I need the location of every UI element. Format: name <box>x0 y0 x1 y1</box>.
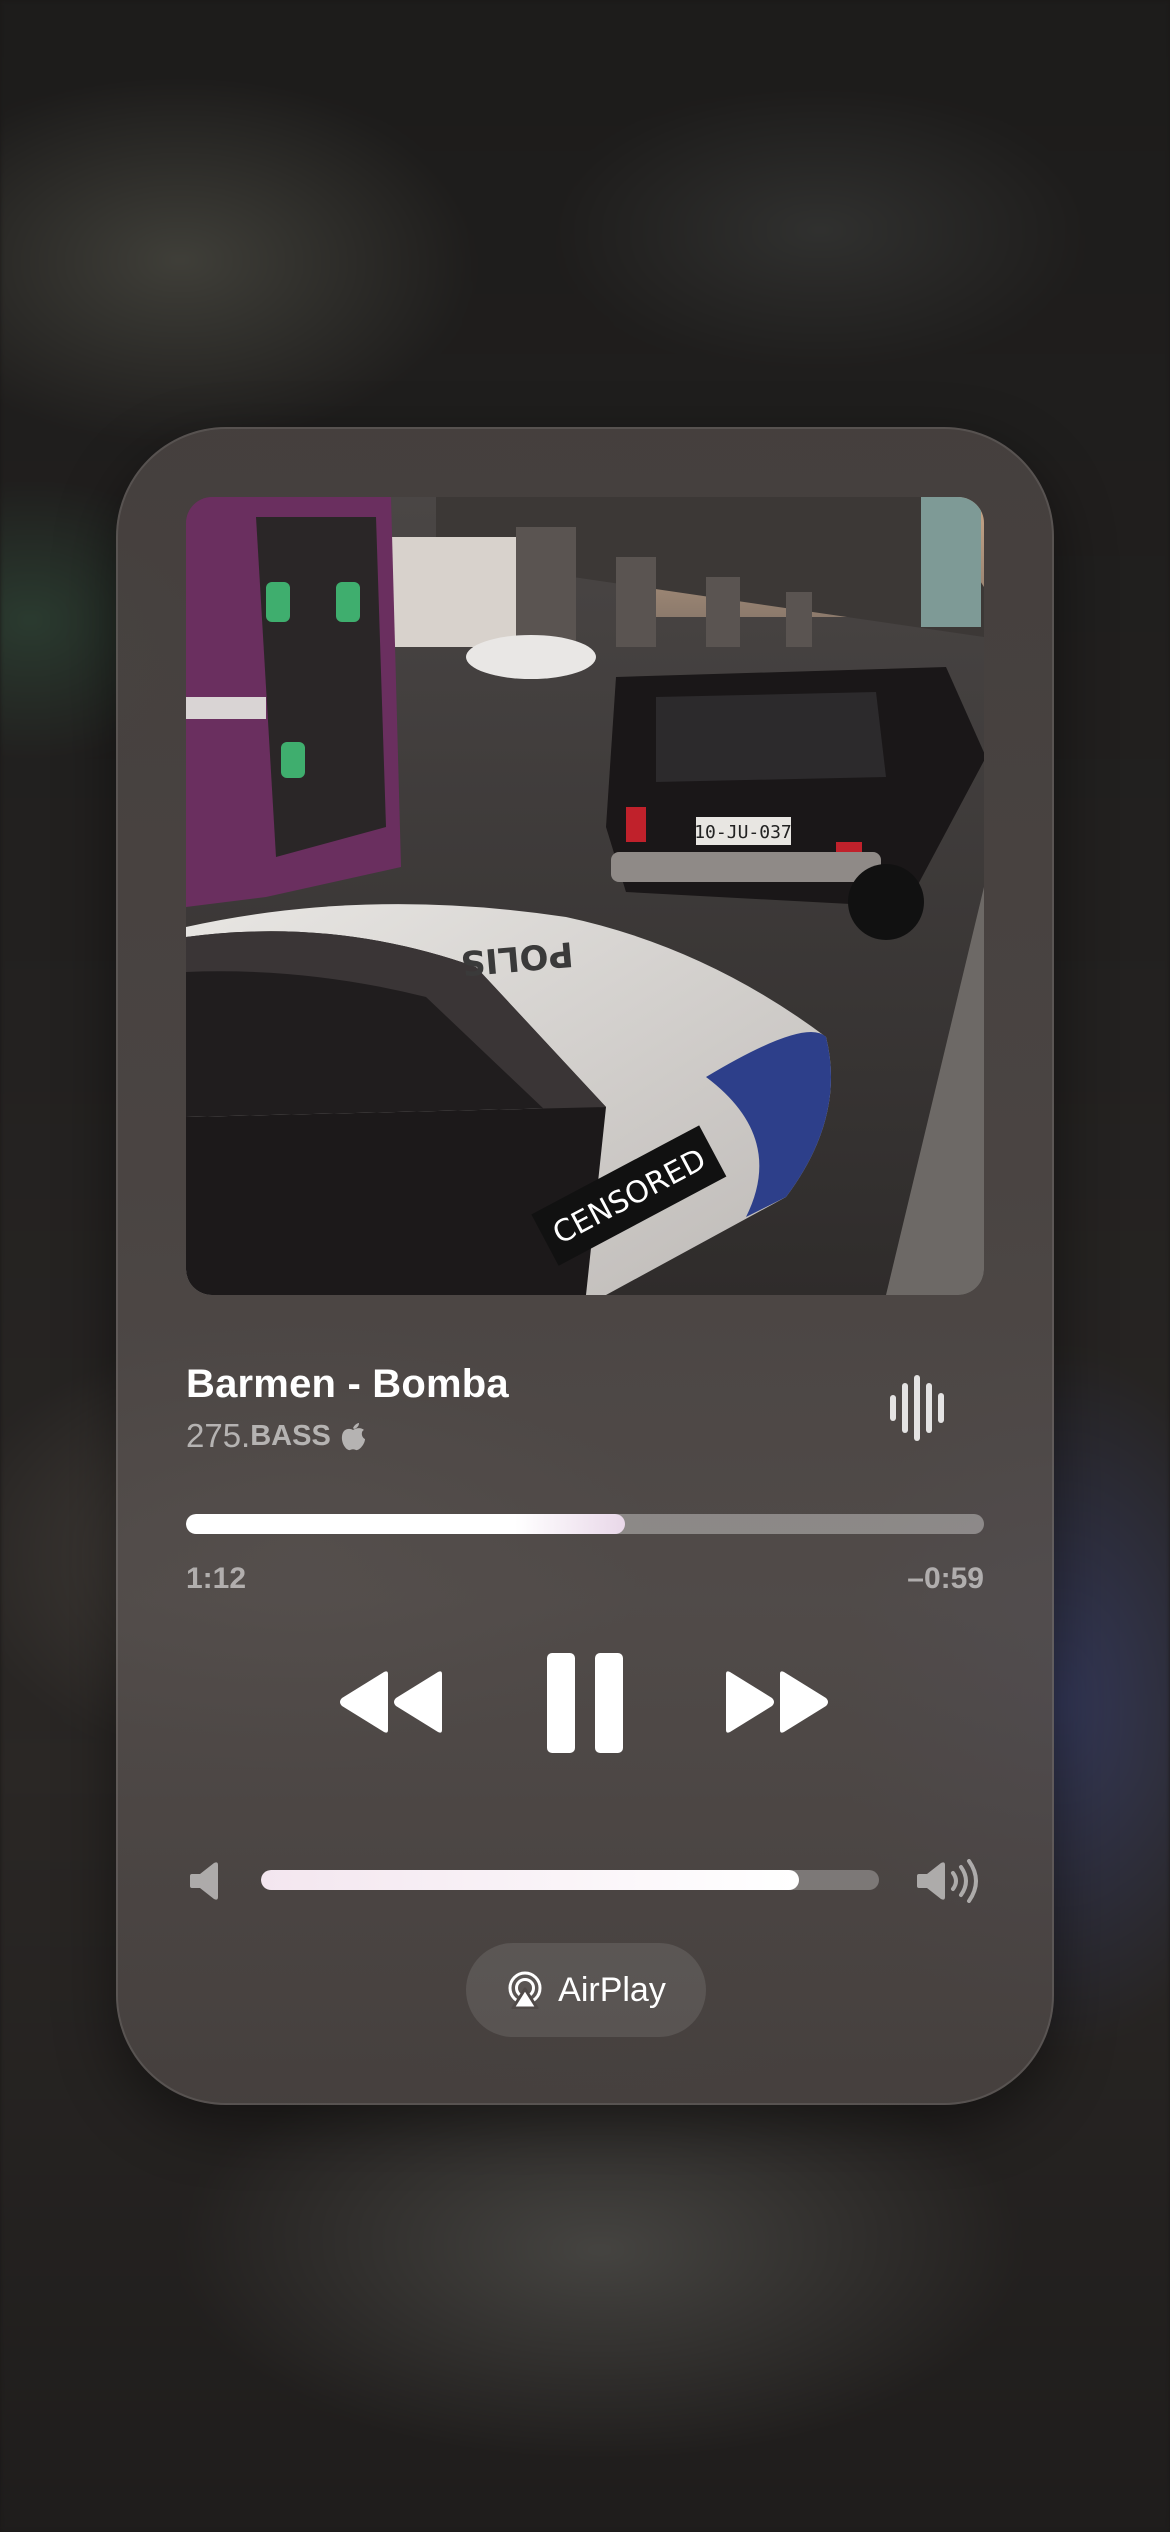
time-elapsed: 1:12 <box>186 1562 247 1595</box>
license-plate-text: 10-JU-037 <box>694 822 792 843</box>
rewind-button[interactable] <box>338 1670 444 1734</box>
airplay-label: AirPlay <box>558 1970 666 2009</box>
song-title[interactable]: Barmen - Bomba <box>186 1362 509 1407</box>
artist-name-prefix: 275. <box>186 1417 251 1454</box>
volume-level-fill <box>261 1870 799 1890</box>
time-remaining: –0:59 <box>907 1562 984 1595</box>
speaker-low-icon <box>190 1862 218 1900</box>
pause-button[interactable] <box>547 1653 623 1753</box>
playback-scrubber[interactable] <box>186 1514 984 1534</box>
rewind-icon <box>340 1671 442 1733</box>
pause-icon <box>547 1653 623 1753</box>
volume-slider[interactable] <box>261 1870 879 1890</box>
fast-forward-button[interactable] <box>724 1670 830 1734</box>
now-playing-card: CENSORED 10-JU-037 POLIS Barmen - Bomba … <box>116 427 1054 2105</box>
artist-name[interactable]: 275. BASS <box>186 1417 367 1455</box>
playback-progress-fill <box>186 1514 625 1534</box>
airplay-icon <box>508 1971 542 2009</box>
speaker-high-icon <box>917 1859 978 1903</box>
forward-icon <box>726 1671 828 1733</box>
artist-name-suffix: BASS <box>250 1419 331 1452</box>
waveform-icon[interactable] <box>888 1375 952 1441</box>
apple-logo-icon <box>341 1423 365 1451</box>
album-artwork: CENSORED 10-JU-037 POLIS <box>186 497 984 1295</box>
airplay-button[interactable]: AirPlay <box>466 1943 706 2037</box>
album-artwork-image: CENSORED 10-JU-037 POLIS <box>186 497 984 1295</box>
